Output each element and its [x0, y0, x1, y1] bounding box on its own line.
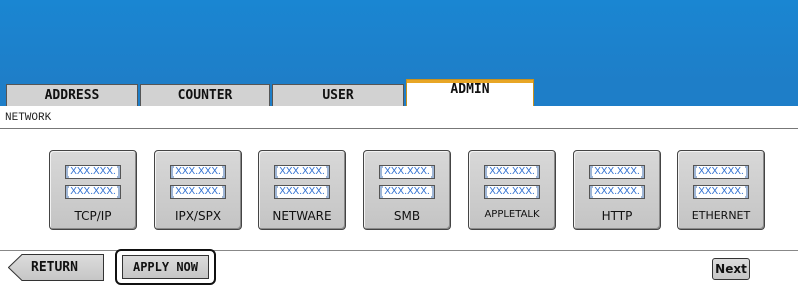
address-field-icon: XXX.XXX.	[170, 185, 226, 199]
address-field-icon: XXX.XXX.	[274, 165, 330, 179]
address-field-icon: XXX.XXX.	[484, 185, 540, 199]
address-field-icon: XXX.XXX.	[693, 185, 749, 199]
next-button[interactable]: Next	[712, 258, 750, 280]
return-button[interactable]: RETURN	[8, 254, 104, 281]
section-title: NETWORK	[5, 112, 52, 124]
apply-now-button[interactable]: APPLY NOW	[122, 255, 209, 279]
smb-button[interactable]: XXX.XXX. XXX.XXX. SMB	[363, 150, 451, 230]
button-label: ETHERNET	[691, 209, 751, 222]
ethernet-button[interactable]: XXX.XXX. XXX.XXX. ETHERNET	[677, 150, 765, 230]
tab-counter[interactable]: COUNTER	[140, 84, 270, 106]
tab-user[interactable]: USER	[272, 84, 404, 106]
address-field-icon: XXX.XXX.	[65, 165, 121, 179]
address-field-icon: XXX.XXX.	[65, 185, 121, 199]
address-field-icon: XXX.XXX.	[589, 185, 645, 199]
http-button[interactable]: XXX.XXX. XXX.XXX. HTTP	[573, 150, 661, 230]
section-divider	[0, 128, 798, 129]
appletalk-button[interactable]: XXX.XXX. XXX.XXX. APPLETALK	[468, 150, 556, 230]
address-field-icon: XXX.XXX.	[484, 165, 540, 179]
address-field-icon: XXX.XXX.	[274, 185, 330, 199]
netware-button[interactable]: XXX.XXX. XXX.XXX. NETWARE	[258, 150, 346, 230]
address-field-icon: XXX.XXX.	[693, 165, 749, 179]
address-field-icon: XXX.XXX.	[589, 165, 645, 179]
tcpip-button[interactable]: XXX.XXX. XXX.XXX. TCP/IP	[49, 150, 137, 230]
tab-address[interactable]: ADDRESS	[6, 84, 138, 106]
tab-bar: ADDRESS COUNTER USER ADMIN	[0, 79, 798, 107]
button-label: NETWARE	[272, 209, 332, 223]
apply-now-highlight: APPLY NOW	[115, 249, 216, 285]
ipxspx-button[interactable]: XXX.XXX. XXX.XXX. IPX/SPX	[154, 150, 242, 230]
address-field-icon: XXX.XXX.	[379, 185, 435, 199]
button-label: IPX/SPX	[174, 209, 222, 223]
header-bar	[0, 0, 798, 82]
address-field-icon: XXX.XXX.	[170, 165, 226, 179]
tab-admin[interactable]: ADMIN	[406, 79, 534, 107]
button-label: SMB	[393, 209, 421, 223]
address-field-icon: XXX.XXX.	[379, 165, 435, 179]
button-label: HTTP	[601, 209, 633, 223]
button-label: APPLETALK	[484, 209, 540, 220]
button-label: TCP/IP	[74, 209, 112, 223]
